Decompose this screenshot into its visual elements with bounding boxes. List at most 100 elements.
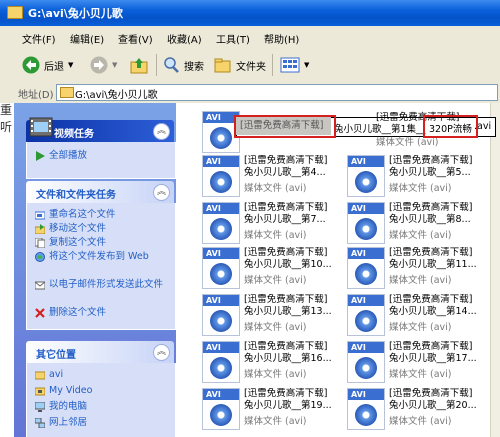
video-tasks-title: 视频任务 (54, 129, 94, 140)
file-name-line1: [迅雷免费高清下载] (244, 202, 328, 213)
file-item[interactable]: AVI [迅雷免费高清下载] 兔小贝儿歌__第19... 媒体文件 (avi) (196, 385, 341, 433)
other-places-title: 其它位置 (36, 350, 76, 361)
file-badge: AVI (348, 389, 384, 400)
highlight-box (234, 115, 336, 138)
video-tasks-header[interactable]: 视频任务 ︽ (26, 117, 174, 142)
task-email[interactable]: 以电子邮件形式发送此文件 (35, 279, 167, 290)
menu-view[interactable]: 查看(V) (118, 31, 153, 46)
video-tasks-body: 全部播放 (26, 142, 176, 179)
file-name-line1: [迅雷免费高清下载] (389, 155, 473, 166)
folder-icon (60, 87, 74, 98)
back-dropdown-icon[interactable]: ▼ (68, 61, 73, 69)
file-name-line1: [迅雷免费高清下载] (389, 341, 473, 352)
up-folder-icon (130, 58, 148, 74)
avi-file-icon: AVI (202, 202, 240, 244)
folder-icon (35, 371, 45, 380)
task-rename[interactable]: 重命名这个文件 (35, 209, 116, 220)
place-network[interactable]: 网上邻居 (35, 417, 87, 428)
file-badge: AVI (203, 342, 239, 353)
title-bar[interactable]: G:\avi\兔小贝儿歌 (0, 0, 500, 26)
file-name-line2: 兔小贝儿歌__第20... (389, 399, 477, 411)
file-tasks-header[interactable]: 文件和文件夹任务 ︽ (26, 181, 174, 203)
views-dropdown-icon[interactable]: ▼ (304, 61, 309, 69)
file-item[interactable]: AVI [迅雷免费高清下载] 兔小贝儿歌__第10... 媒体文件 (avi) (196, 244, 341, 292)
menu-file[interactable]: 文件(F) (22, 31, 56, 46)
disc-icon (210, 127, 232, 149)
disc-icon (210, 310, 232, 332)
search-button[interactable]: 搜索 (162, 54, 204, 76)
strip-text: 听 (0, 120, 13, 134)
place-my-computer[interactable]: 我的电脑 (35, 401, 87, 412)
file-name-line2: 兔小贝儿歌__第17... (389, 352, 477, 364)
task-label: 以电子邮件形式发送此文件 (49, 279, 164, 290)
avi-file-icon: AVI (347, 341, 385, 383)
file-name-line2: 兔小贝儿歌__第4... (244, 166, 326, 178)
file-item[interactable]: AVI [迅雷免费高清下载] 兔小贝儿歌__第16... 媒体文件 (avi) (196, 338, 341, 386)
back-arrow-icon (22, 56, 40, 74)
file-name-line2: 兔小贝儿歌__第10... (244, 258, 332, 270)
task-label: 复制这个文件 (49, 237, 107, 248)
file-name: [迅雷免费高清下载] 兔小贝儿歌__第17... (389, 341, 484, 364)
collapse-icon[interactable]: ︽ (153, 344, 170, 361)
task-delete[interactable]: 删除这个文件 (35, 307, 106, 318)
disc-icon (210, 357, 232, 379)
file-item[interactable]: AVI [迅雷免费高清下载] 兔小贝儿歌__第7... 媒体文件 (avi) (196, 199, 341, 247)
highlight-box (423, 115, 478, 138)
file-item[interactable]: AVI [迅雷免费高清下载] 兔小贝儿歌__第17... 媒体文件 (avi) (341, 338, 486, 386)
vertical-scrollbar[interactable] (490, 103, 500, 437)
task-play-all[interactable]: 全部播放 (35, 150, 87, 161)
file-badge: AVI (203, 203, 239, 214)
copy-icon (35, 238, 45, 248)
file-badge: AVI (348, 248, 384, 259)
disc-icon (210, 171, 232, 193)
menu-favorites[interactable]: 收藏(A) (167, 31, 202, 46)
file-name-line1: [迅雷免费高清下载] (244, 155, 328, 166)
task-label: 移动这个文件 (49, 223, 107, 234)
video-folder-icon (35, 387, 45, 396)
file-item[interactable]: AVI [迅雷免费高清下载] 兔小贝儿歌__第20... 媒体文件 (avi) (341, 385, 486, 433)
file-name-line2: 兔小贝儿歌__第7... (244, 213, 326, 225)
place-avi[interactable]: avi (35, 369, 63, 380)
address-field[interactable]: G:\avi\兔小贝儿歌 (56, 84, 498, 101)
up-folder-button[interactable] (130, 54, 148, 76)
place-my-video[interactable]: My Video (35, 385, 92, 396)
file-name-line1: [迅雷免费高清下载] (244, 341, 328, 352)
video-tasks-icon (29, 117, 53, 137)
file-item[interactable]: AVI [迅雷免费高清下载] 兔小贝儿歌__第14... 媒体文件 (avi) (341, 291, 486, 339)
file-badge: AVI (348, 203, 384, 214)
task-move[interactable]: 移动这个文件 (35, 223, 106, 234)
collapse-icon[interactable]: ︽ (153, 123, 170, 140)
file-badge: AVI (348, 295, 384, 306)
forward-arrow-icon (90, 56, 108, 74)
file-badge: AVI (203, 389, 239, 400)
file-name-line1: [迅雷免费高清下载] (389, 388, 473, 399)
back-button[interactable]: 后退 ▼ (22, 54, 73, 76)
menu-edit[interactable]: 编辑(E) (70, 31, 104, 46)
file-type: 媒体文件 (avi) (244, 416, 307, 427)
menu-tools[interactable]: 工具(T) (216, 31, 250, 46)
address-label: 地址(D) (18, 90, 54, 101)
other-places-header[interactable]: 其它位置 ︽ (26, 341, 174, 363)
menu-help[interactable]: 帮助(H) (264, 31, 299, 46)
views-button[interactable]: ▼ (280, 54, 309, 76)
collapse-icon[interactable]: ︽ (153, 184, 170, 201)
forward-button[interactable]: ▼ (90, 54, 117, 76)
network-icon (35, 418, 45, 428)
file-name: [迅雷免费高清下载] 兔小贝儿歌__第19... (244, 388, 339, 411)
file-item[interactable]: AVI [迅雷免费高清下载] 兔小贝儿歌__第5... 媒体文件 (avi) (341, 152, 486, 200)
avi-file-icon: AVI (202, 247, 240, 289)
file-item[interactable]: AVI [迅雷免费高清下载] 兔小贝儿歌__第4... 媒体文件 (avi) (196, 152, 341, 200)
file-item[interactable]: AVI [迅雷免费高清下载] 兔小贝儿歌__第13... 媒体文件 (avi) (196, 291, 341, 339)
file-name: [迅雷免费高清下载] 兔小贝儿歌__第4... (244, 155, 339, 178)
file-type: 媒体文件 (avi) (389, 230, 452, 241)
folders-button[interactable]: 文件夹 (214, 54, 266, 76)
file-item[interactable]: AVI [迅雷免费高清下载] 兔小贝儿歌__第11... 媒体文件 (avi) (341, 244, 486, 292)
file-tasks-title: 文件和文件夹任务 (36, 190, 116, 201)
file-name-line1: [迅雷免费高清下载] (244, 247, 328, 258)
task-copy[interactable]: 复制这个文件 (35, 237, 106, 248)
folders-label: 文件夹 (236, 61, 266, 73)
file-item[interactable]: AVI [迅雷免费高清下载] 兔小贝儿歌__第8... 媒体文件 (avi) (341, 199, 486, 247)
forward-dropdown-icon[interactable]: ▼ (112, 61, 117, 69)
task-publish-web[interactable]: 将这个文件发布到 Web (35, 251, 167, 262)
disc-icon (210, 218, 232, 240)
